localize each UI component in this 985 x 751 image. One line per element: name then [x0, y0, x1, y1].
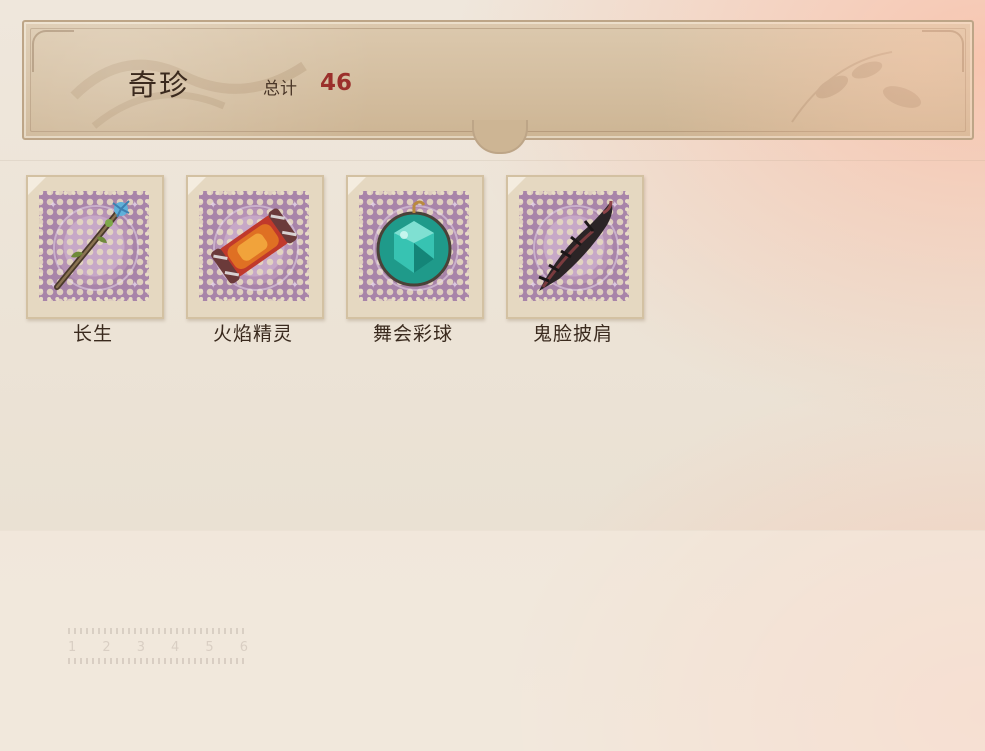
item-frame: ✦ ✦ ✦ ✦ — [26, 175, 164, 319]
item-card[interactable]: ✦ ✦ ✦ ✦ 舞会彩球 — [346, 175, 484, 347]
ruler-numbers: 1 2 3 4 5 6 — [68, 640, 248, 655]
item-name: 鬼脸披肩 — [532, 323, 613, 345]
background-ruler: 1 2 3 4 5 6 — [68, 628, 248, 668]
item-card[interactable]: ✦ ✦ ✦ ✦ 鬼脸披肩 — [506, 175, 644, 347]
item-card[interactable]: ✦ ✦ ✦ ✦ 火焰精灵 — [186, 175, 324, 347]
flame-scroll-icon — [211, 208, 297, 284]
staff-icon — [54, 200, 130, 290]
item-grid: ✦ ✦ ✦ ✦ 长生 ✦ ✦ ✦ ✦ 火焰精灵 ✦ ✦ ✦ ✦ 舞会彩球 ✦ ✦… — [26, 175, 666, 355]
total-label: 总计 — [263, 79, 297, 99]
ruler-number: 6 — [239, 640, 248, 655]
ruler-ticks — [68, 628, 248, 634]
ruler-number: 3 — [136, 640, 145, 655]
item-frame: ✦ ✦ ✦ ✦ — [506, 175, 644, 319]
ghost-shawl-icon — [538, 200, 613, 291]
divider — [0, 160, 985, 161]
item-name: 火焰精灵 — [212, 323, 293, 345]
item-card[interactable]: ✦ ✦ ✦ ✦ 长生 — [26, 175, 164, 347]
ruler-number: 4 — [171, 640, 180, 655]
item-name: 舞会彩球 — [372, 323, 453, 345]
ruler-number: 5 — [205, 640, 214, 655]
item-name: 长生 — [72, 323, 113, 345]
total-count: 46 — [320, 70, 353, 96]
item-frame: ✦ ✦ ✦ ✦ — [346, 175, 484, 319]
page-title: 奇珍 — [128, 68, 191, 102]
item-stamp: ✦ ✦ ✦ ✦ — [359, 191, 469, 301]
ruler-ticks — [68, 658, 248, 664]
item-stamp: ✦ ✦ ✦ ✦ — [519, 191, 629, 301]
ruler-number: 1 — [68, 640, 77, 655]
crystal-ball-icon — [376, 200, 452, 287]
item-frame: ✦ ✦ ✦ ✦ — [186, 175, 324, 319]
leaves-ornament-icon — [791, 51, 922, 123]
item-stamp: ✦ ✦ ✦ ✦ — [39, 191, 149, 301]
item-stamp: ✦ ✦ ✦ ✦ — [199, 191, 309, 301]
ruler-number: 2 — [102, 640, 111, 655]
